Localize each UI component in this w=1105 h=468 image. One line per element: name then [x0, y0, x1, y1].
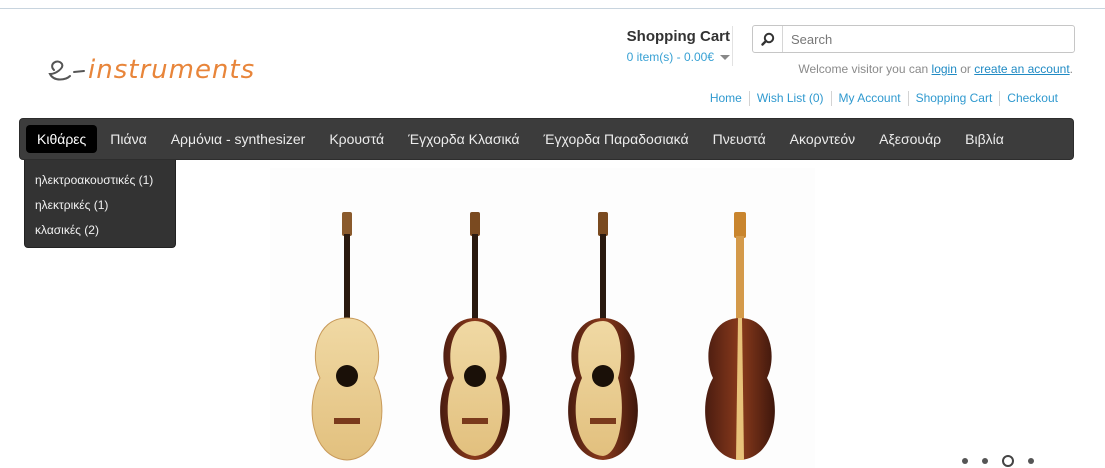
chevron-down-icon: [720, 54, 730, 60]
shopping-cart-link[interactable]: Shopping Cart: [907, 91, 1000, 106]
cart-summary-text: 0 item(s) - 0.00€: [626, 50, 714, 64]
site-logo[interactable]: instruments: [44, 40, 274, 100]
slider-dot-2[interactable]: [982, 458, 988, 464]
nav-item-classical-strings[interactable]: Έγχορδα Κλασικά: [397, 125, 530, 153]
nav-item-percussion[interactable]: Κρουστά: [318, 125, 395, 153]
wish-list-link[interactable]: Wish List (0): [748, 91, 831, 106]
nav-item-pianos[interactable]: Πιάνα: [99, 125, 157, 153]
top-rule: [0, 8, 1105, 9]
welcome-or: or: [960, 62, 971, 76]
slider-dots: [962, 455, 1034, 467]
cart-title: Shopping Cart: [626, 28, 730, 45]
nav-item-synthesizers[interactable]: Αρμόνια - synthesizer: [160, 125, 317, 153]
slider-dot-1[interactable]: [962, 458, 968, 464]
welcome-message: Welcome visitor you can login or create …: [798, 62, 1073, 76]
home-link[interactable]: Home: [703, 91, 749, 106]
main-nav: Κιθάρες Πιάνα Αρμόνια - synthesizer Κρου…: [19, 118, 1074, 160]
checkout-link[interactable]: Checkout: [999, 91, 1065, 106]
slider-dot-3[interactable]: [1002, 455, 1014, 467]
dropdown-item-classical[interactable]: κλασικές (2): [25, 218, 175, 243]
search-button[interactable]: [753, 26, 783, 52]
svg-text:instruments: instruments: [88, 55, 255, 85]
nav-item-traditional-strings[interactable]: Έγχορδα Παραδοσιακά: [533, 125, 700, 153]
guitars-dropdown: ηλεκτροακουστικές (1) ηλεκτρικές (1) κλα…: [24, 160, 176, 248]
top-links: Home Wish List (0) My Account Shopping C…: [703, 91, 1065, 106]
banner-slider[interactable]: [270, 168, 815, 468]
welcome-suffix: .: [1069, 62, 1073, 76]
nav-item-winds[interactable]: Πνευστά: [702, 125, 777, 153]
my-account-link[interactable]: My Account: [830, 91, 908, 106]
nav-item-accessories[interactable]: Αξεσουάρ: [868, 125, 952, 153]
login-link[interactable]: login: [932, 62, 957, 76]
dropdown-item-electric[interactable]: ηλεκτρικές (1): [25, 193, 175, 218]
header-divider: [732, 26, 733, 66]
magnifier-icon: [760, 32, 774, 46]
nav-item-accordion[interactable]: Ακορντεόν: [779, 125, 866, 153]
create-account-link[interactable]: create an account: [974, 62, 1069, 76]
nav-item-books[interactable]: Βιβλία: [954, 125, 1015, 153]
welcome-prefix: Welcome visitor you can: [798, 62, 929, 76]
search-box: [752, 25, 1075, 53]
cart-summary[interactable]: 0 item(s) - 0.00€: [627, 50, 730, 64]
shopping-cart-widget[interactable]: Shopping Cart 0 item(s) - 0.00€: [590, 28, 730, 72]
slider-dot-4[interactable]: [1028, 458, 1034, 464]
dropdown-item-electroacoustic[interactable]: ηλεκτροακουστικές (1): [25, 168, 175, 193]
nav-item-guitars[interactable]: Κιθάρες: [26, 125, 98, 153]
guitars-banner-image: [270, 168, 815, 468]
search-input[interactable]: [783, 27, 1074, 51]
